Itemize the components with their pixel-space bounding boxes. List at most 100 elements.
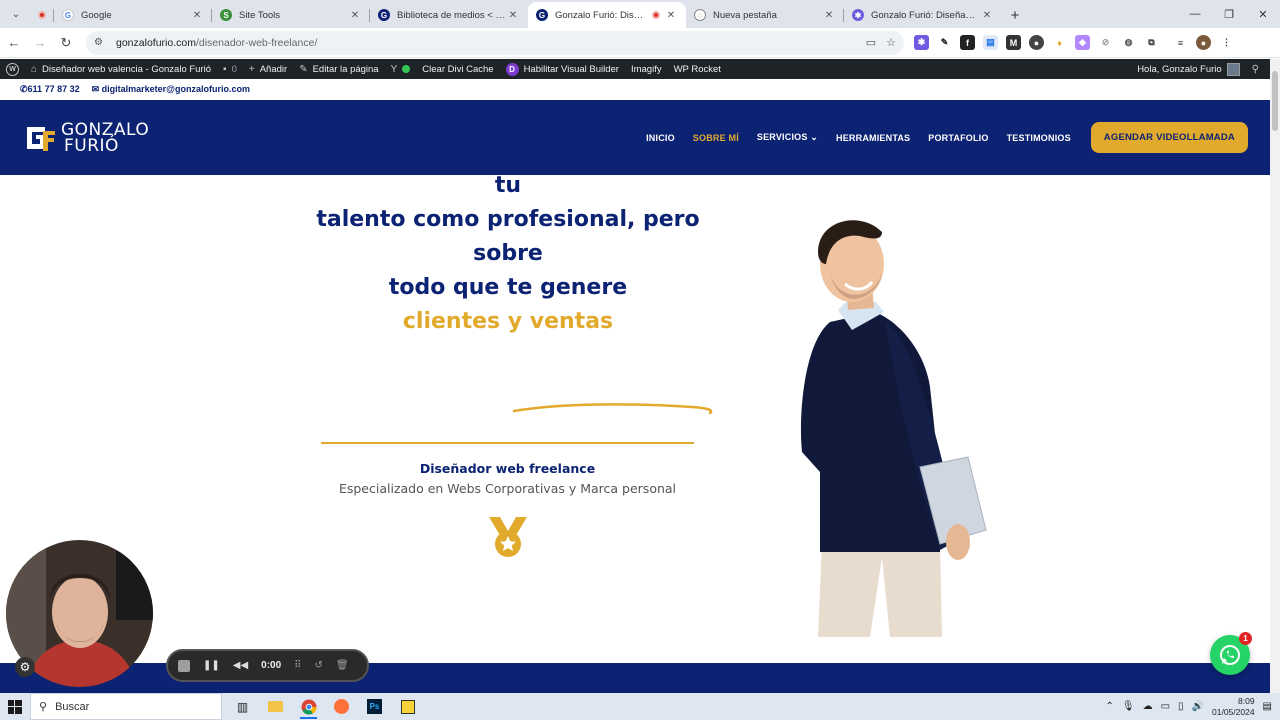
notification-badge: 1 [1239,632,1252,645]
forward-icon[interactable]: → [28,31,52,55]
extensions-puzzle-icon[interactable]: ⧉ [1144,35,1159,50]
nav-servicios[interactable]: SERVICIOS ⌄ [757,132,818,143]
wp-seo[interactable]: Y [385,59,417,79]
nav-testimonios[interactable]: TESTIMONIOS [1007,133,1071,143]
chrome-icon[interactable] [292,693,325,720]
windows-start-icon[interactable] [0,693,30,720]
wp-clear-cache[interactable]: Clear Divi Cache [416,59,499,79]
extension-purple-icon[interactable]: ◆ [1075,35,1090,50]
taskbar-search[interactable]: ⚲ Buscar [30,693,222,720]
new-tab-button[interactable]: + [1002,2,1028,28]
close-icon[interactable]: ✕ [980,10,994,21]
underline-swash [512,403,713,415]
menu-kebab-icon[interactable]: ⋮ [1219,35,1234,50]
wp-imagify[interactable]: Imagify [625,59,668,79]
book-video-call-button[interactable]: AGENDAR VIDEOLLAMADA [1090,122,1248,153]
wp-logo-menu[interactable]: W [0,59,25,79]
back-icon[interactable]: ← [2,31,26,55]
close-icon[interactable]: ✕ [506,10,520,21]
logo-mark-icon [27,126,55,151]
extension-gear-icon[interactable]: ✱ [914,35,929,50]
tab-gonzalo-2[interactable]: ✱ Gonzalo Furió: Diseñador web f ✕ [844,2,1002,28]
minimize-icon[interactable]: — [1178,0,1212,28]
cast-icon[interactable]: ▭ [866,36,876,49]
pause-icon[interactable]: ❚❚ [203,660,220,671]
extension-slash-icon[interactable]: ⊘ [1098,35,1113,50]
close-icon[interactable]: ✕ [822,10,836,21]
chevron-up-icon[interactable]: ⌃ [1105,701,1113,712]
drag-handle-icon[interactable]: ⠿ [294,660,301,671]
photoshop-icon[interactable]: Ps [358,693,391,720]
extension-pen-icon[interactable]: ✎ [937,35,952,50]
close-icon[interactable]: ✕ [348,10,362,21]
extension-f-icon[interactable]: f [960,35,975,50]
wp-visual-builder[interactable]: D Habilitar Visual Builder [500,59,625,79]
profile-avatar-icon[interactable]: ● [1196,35,1211,50]
page-scrollbar[interactable] [1270,59,1280,693]
reload-icon[interactable]: ↻ [54,31,78,55]
tab-site-tools[interactable]: S Site Tools ✕ [212,2,370,28]
trash-icon[interactable]: 🗑 [336,660,349,671]
tab-recording[interactable] [30,2,54,28]
rewind-icon[interactable]: ◀◀ [233,660,248,671]
phone-link-icon[interactable]: ▯ [1178,701,1184,712]
nav-portafolio[interactable]: PORTAFOLIO [928,133,988,143]
extension-circle-icon[interactable]: ● [1029,35,1044,50]
wp-comments[interactable]: ▪ 0 [217,59,243,79]
restore-icon[interactable]: ❐ [1212,0,1246,28]
firefox-icon[interactable] [325,693,358,720]
extension-globe-icon[interactable]: ◍ [1121,35,1136,50]
contact-bar: ✆611 77 87 32 ✉ digitalmarketer@gonzalof… [0,79,1270,100]
sticky-notes-icon[interactable] [391,693,424,720]
wp-my-account[interactable]: Hola, Gonzalo Furio [1131,59,1245,79]
notifications-icon[interactable]: ▤ [1263,701,1272,712]
system-clock[interactable]: 8:09 01/05/2024 [1212,696,1255,718]
pencil-icon: ✎ [299,63,308,75]
bookmark-star-icon[interactable]: ☆ [886,36,896,49]
recording-controls: ❚❚ ◀◀ 0:00 ⠿ ↺ 🗑 [166,649,369,682]
tab-google[interactable]: G Google ✕ [54,2,212,28]
cloud-icon[interactable]: ☁ [1143,701,1153,712]
tab-search-button[interactable]: ⌄ [4,3,28,25]
network-icon[interactable]: ▭ [1161,701,1170,712]
wp-search[interactable]: ⚲ [1246,59,1270,79]
phone-icon: ✆ [20,84,28,94]
stop-icon[interactable] [178,659,190,672]
email-link[interactable]: ✉ digitalmarketer@gonzalofurio.com [92,84,250,95]
main-nav: INICIO SOBRE MÍ SERVICIOS ⌄ HERRAMIENTAS… [646,122,1248,153]
wordpress-icon: W [6,62,19,76]
restart-icon[interactable]: ↺ [315,660,323,671]
tab-gonzalo-active[interactable]: G Gonzalo Furió: Diseñador w ✕ [528,2,686,28]
phone-link[interactable]: ✆611 77 87 32 [20,84,80,95]
settings-gear-icon[interactable]: ⚙ [15,657,35,677]
record-icon [38,11,46,19]
recording-icon [652,11,660,19]
reading-list-icon[interactable]: ≡ [1173,35,1188,50]
google-icon: G [62,9,74,21]
microphone-icon[interactable]: 🎙 [1122,701,1135,712]
address-bar[interactable]: ⚙ gonzalofurio.com/disenador-web-freelan… [86,30,904,55]
hero-title: Voy a diseñarte una web que refleje tu t… [280,135,736,339]
tab-biblioteca[interactable]: G Biblioteca de medios < Diseñad ✕ [370,2,528,28]
volume-icon[interactable]: 🔊 [1192,701,1204,712]
scrollbar-thumb[interactable] [1272,71,1278,131]
site-logo[interactable]: GONZALO FURIÓ [23,121,149,154]
close-icon[interactable]: ✕ [664,10,678,21]
close-window-icon[interactable]: ✕ [1246,0,1280,28]
globe-icon: ◌ [694,9,706,21]
extension-leaf-icon[interactable]: ♦ [1052,35,1067,50]
nav-herramientas[interactable]: HERRAMIENTAS [836,133,910,143]
site-info-icon[interactable]: ⚙ [94,37,110,48]
file-explorer-icon[interactable] [259,693,292,720]
system-tray: ⌃ 🎙 ☁ ▭ ▯ 🔊 8:09 01/05/2024 ▤ [1105,696,1280,718]
task-view-icon[interactable]: ▥ [226,693,259,720]
wp-edit-page[interactable]: ✎ Editar la página [293,59,384,79]
extension-window-icon[interactable]: ▤ [983,35,998,50]
wp-add-new[interactable]: + Añadir [243,59,293,79]
close-icon[interactable]: ✕ [190,10,204,21]
wp-site-name[interactable]: ⌂ Diseñador web valencia - Gonzalo Furió [25,59,217,79]
tab-new[interactable]: ◌ Nueva pestaña ✕ [686,2,844,28]
extension-m-icon[interactable]: M [1006,35,1021,50]
wp-rocket[interactable]: WP Rocket [668,59,727,79]
url-path: /disenador-web-freelance/ [195,36,318,49]
